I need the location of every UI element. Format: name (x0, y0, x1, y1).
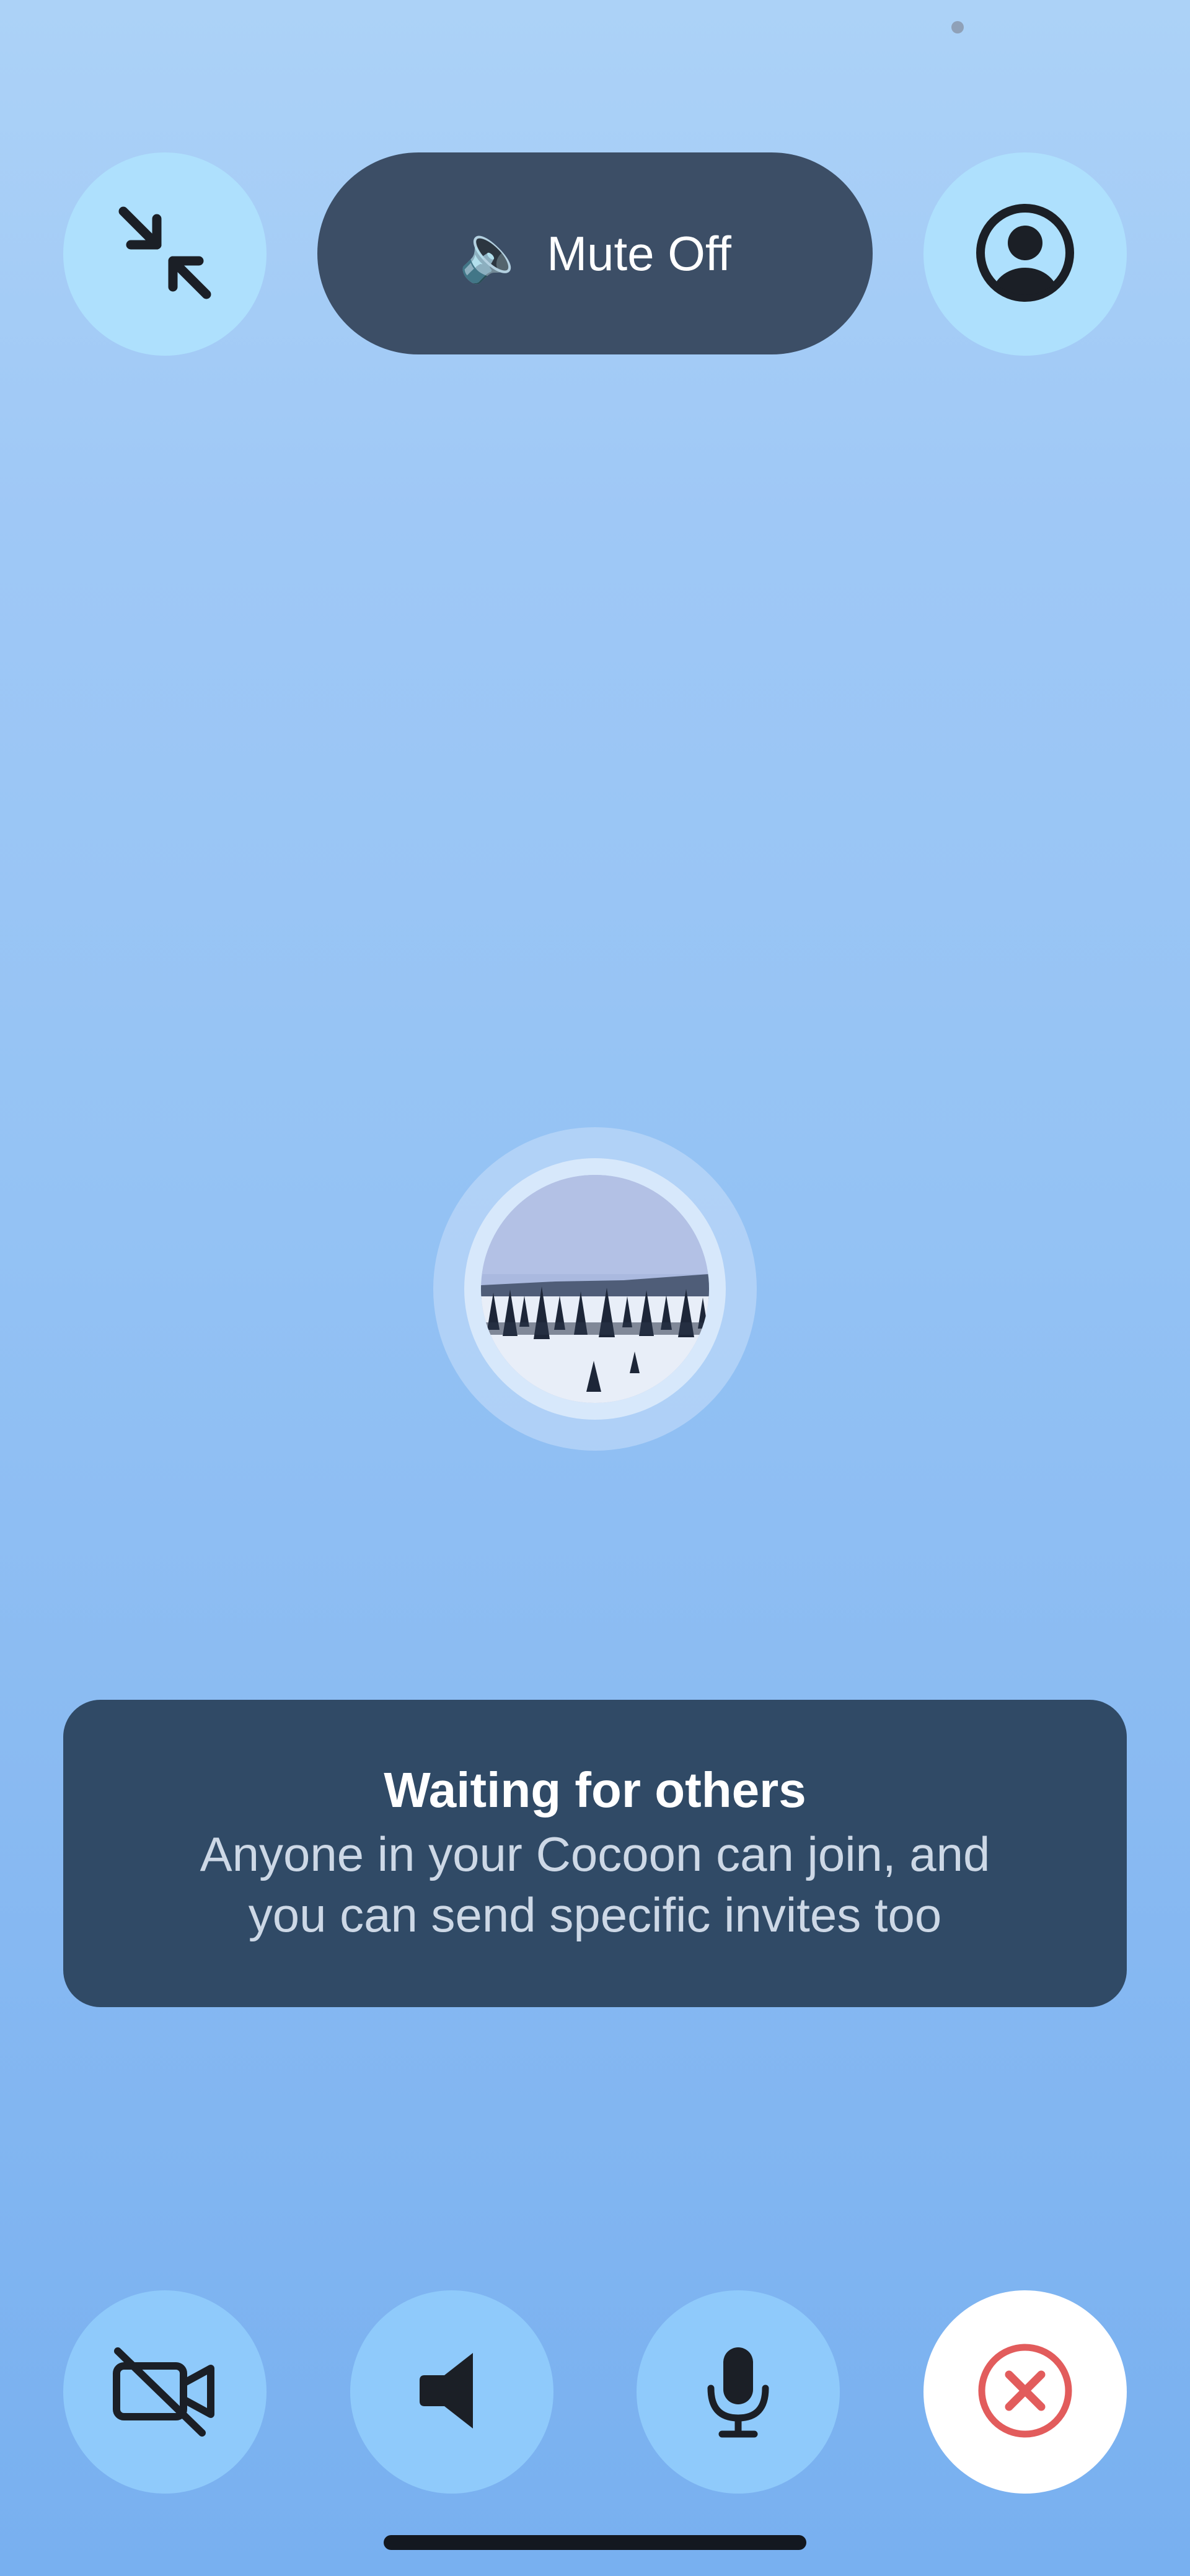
status-indicator-dot (951, 21, 964, 33)
profile-button[interactable] (923, 152, 1127, 356)
close-circle-icon (976, 2341, 1075, 2443)
profile-icon (976, 203, 1075, 306)
participant-avatar (481, 1175, 709, 1403)
speaker-icon (408, 2344, 495, 2440)
camera-toggle-button[interactable] (63, 2290, 267, 2494)
waiting-info-card: Waiting for others Anyone in your Cocoon… (63, 1700, 1127, 2007)
minimize-arrows-icon (112, 200, 218, 309)
info-message: Anyone in your Cocoon can join, and you … (200, 1827, 990, 1942)
home-indicator[interactable] (384, 2535, 806, 2550)
info-title: Waiting for others (384, 1762, 806, 1818)
participant-avatar-ring (433, 1127, 757, 1451)
mute-toggle-button[interactable]: 🔈 Mute Off (317, 152, 873, 354)
minimize-button[interactable] (63, 152, 267, 356)
speaker-icon: 🔈 (459, 222, 529, 284)
end-call-button[interactable] (923, 2290, 1127, 2494)
microphone-icon (701, 2341, 775, 2443)
mute-label: Mute Off (547, 226, 731, 281)
speaker-button[interactable] (350, 2290, 553, 2494)
video-off-icon (109, 2341, 221, 2443)
microphone-button[interactable] (637, 2290, 840, 2494)
